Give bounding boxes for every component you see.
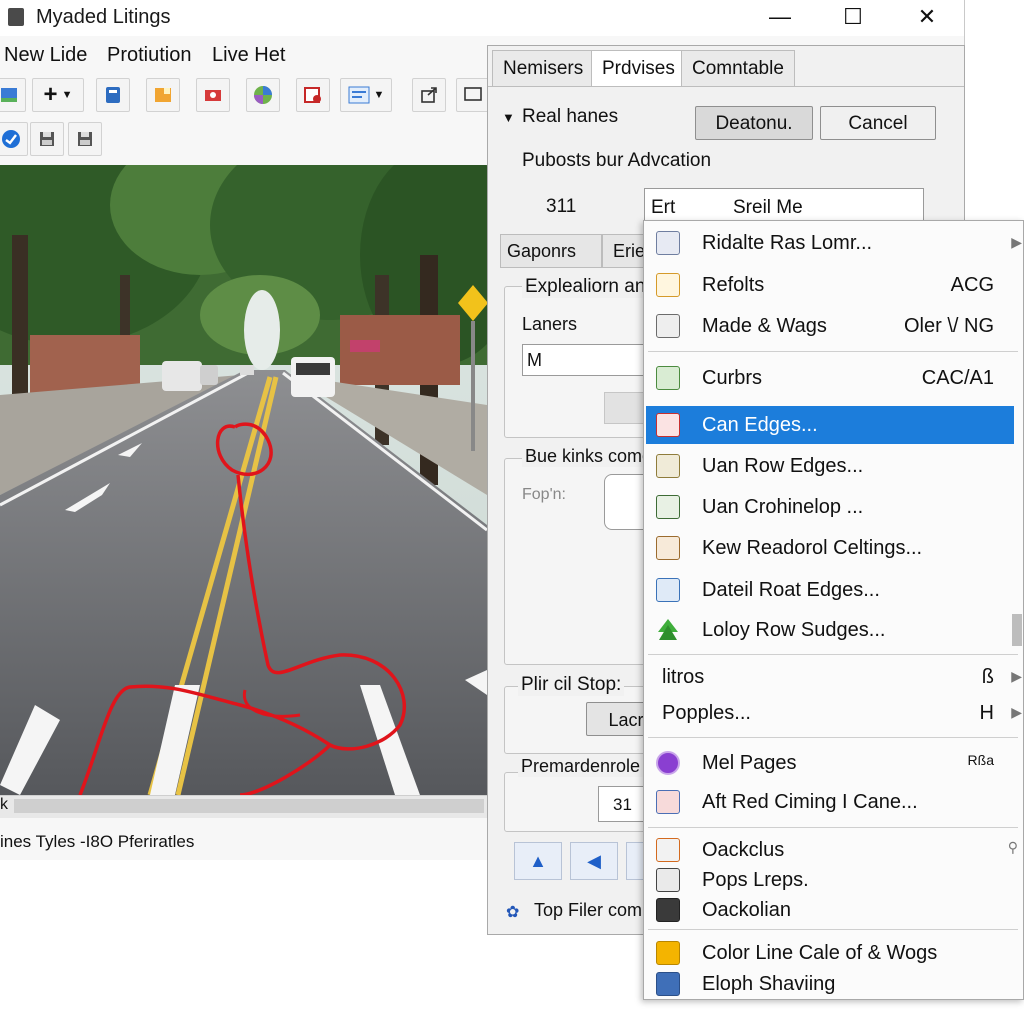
image-tool-icon[interactable]	[196, 78, 230, 112]
grid-icon	[656, 231, 680, 255]
export-icon[interactable]	[412, 78, 446, 112]
stamp-icon[interactable]	[296, 78, 330, 112]
lanes-label: Laners	[522, 314, 578, 334]
menu-scrollbar-thumb[interactable]	[1012, 614, 1022, 646]
print-icon[interactable]	[68, 122, 102, 156]
save-icon[interactable]	[30, 122, 64, 156]
menu-item-uan-row-edges[interactable]: Uan Row Edges...	[646, 447, 1014, 485]
combo-left-label: Ert	[651, 197, 676, 218]
primary-button[interactable]: Deatonu.	[695, 106, 813, 140]
tab-prdvises[interactable]: Prdvises	[591, 50, 686, 87]
car-icon	[656, 868, 680, 892]
menu-item-refolts[interactable]: Refolts ACG	[646, 266, 1014, 304]
folder-icon[interactable]	[146, 78, 180, 112]
combo-field[interactable]: Ert Sreil Me	[644, 188, 924, 224]
add-tool-button[interactable]: + ▼	[32, 78, 84, 112]
street-photo-canvas[interactable]	[0, 165, 487, 795]
status-bar: ines Tyles -I8O Pferiratles	[0, 826, 487, 856]
menu-item-popples[interactable]: Popples... H ▶	[646, 694, 1022, 732]
collapse-triangle-icon[interactable]: ▼	[502, 110, 515, 125]
pin-icon: ⚲	[1007, 839, 1018, 855]
status-text: ines Tyles -I8O Pferiratles	[0, 832, 195, 851]
refresh-icon[interactable]	[0, 122, 28, 156]
film-icon	[656, 898, 680, 922]
title-bar: Myaded Litings — ☐ ✕	[0, 0, 964, 36]
circle-icon	[656, 751, 680, 775]
group2-title: Bue kinks come	[522, 446, 656, 467]
menu-item-aft-red[interactable]: Aft Red Ciming I Cane...	[646, 783, 1014, 821]
close-button[interactable]: ✕	[904, 2, 950, 32]
top-filer-label[interactable]: Top Filer com	[534, 900, 642, 921]
section-title: Real hanes	[522, 106, 619, 127]
row-edges-icon	[656, 454, 680, 478]
context-menu: Ridalte Ras Lomr... ▶ Refolts ACG Made &…	[643, 220, 1024, 1000]
menu-item-mel-pages[interactable]: Mel Pages Rßa	[646, 744, 1014, 782]
menu-item-color-line[interactable]: Color Line Cale of & Wogs	[646, 937, 1014, 969]
road-icon	[656, 536, 680, 560]
menu-item-litros[interactable]: litros ß ▶	[646, 658, 1022, 696]
menu-item-oackolian[interactable]: Oackolian	[646, 895, 1014, 925]
menu-bar: New Lide Protiution Live Het	[0, 40, 490, 74]
color-icon	[656, 941, 680, 965]
menu-item-oackclus[interactable]: Oackclus ⚲	[646, 835, 1018, 865]
pencil-icon	[656, 495, 680, 519]
number-value: 311	[546, 196, 577, 217]
group1-title: Explealiorn an	[522, 276, 649, 298]
menu-item-dateil-roat[interactable]: Dateil Roat Edges...	[646, 571, 1014, 609]
menu-new-lide[interactable]: New Lide	[4, 44, 87, 67]
menu-item-made-wags[interactable]: Made & Wags Oler \/ NG	[646, 307, 1014, 345]
menu-item-pops-lreps[interactable]: Pops Lreps.	[646, 865, 1014, 895]
subtab-gaponrs[interactable]: Gaponrs	[500, 234, 602, 268]
submenu-arrow-icon: ▶	[1011, 668, 1022, 684]
menu-item-loloy-row[interactable]: Loloy Row Sudges...	[646, 611, 1014, 649]
app-icon	[8, 8, 24, 26]
cancel-button[interactable]: Cancel	[820, 106, 936, 140]
screen-icon[interactable]	[456, 78, 490, 112]
scroll-left-arrow[interactable]: k	[0, 796, 8, 814]
submenu-arrow-icon: ▶	[1011, 234, 1022, 250]
group3-title: Plir cil Stop:	[518, 674, 625, 696]
window-title: Myaded Litings	[36, 6, 171, 28]
dialog-subtitle: Pubosts bur Advcation	[522, 150, 712, 171]
layers-tool-button[interactable]	[0, 78, 26, 112]
menu-item-curbrs[interactable]: Curbrs CAC/A1	[646, 359, 1014, 397]
page-icon	[656, 314, 680, 338]
up-arrow-button[interactable]: ▲	[514, 842, 562, 880]
menu-item-eloph-shaviing[interactable]: Eloph Shaviing	[646, 969, 1014, 999]
road-edges-icon	[656, 578, 680, 602]
menu-item-can-edges[interactable]: Can Edges...	[646, 406, 1014, 444]
list-dropdown-button[interactable]: ▼	[340, 78, 392, 112]
filter-icon: ✿	[506, 904, 520, 921]
scroll-thumb[interactable]	[14, 799, 484, 813]
edges-icon	[656, 413, 680, 437]
minimize-button[interactable]: —	[757, 2, 803, 32]
document-icon	[656, 273, 680, 297]
image-icon	[656, 790, 680, 814]
tree-icon	[656, 618, 680, 642]
menu-item-kew-readorol[interactable]: Kew Readorol Celtings...	[646, 529, 1014, 567]
fopn-label: Fop'n:	[522, 486, 566, 503]
curb-icon	[656, 366, 680, 390]
group4-title: Premardenrole	[518, 756, 644, 777]
horizontal-scrollbar[interactable]: k	[0, 795, 487, 818]
globe-icon[interactable]	[246, 78, 280, 112]
menu-protiution[interactable]: Protiution	[107, 44, 192, 67]
menu-item-uan-crohinelop[interactable]: Uan Crohinelop ...	[646, 488, 1014, 526]
menu-item-ridalte[interactable]: Ridalte Ras Lomr... ▶	[646, 224, 1022, 262]
bin-icon	[656, 972, 680, 996]
stack-icon	[656, 838, 680, 862]
maximize-button[interactable]: ☐	[830, 2, 876, 32]
submenu-arrow-icon: ▶	[1011, 704, 1022, 720]
database-icon[interactable]	[96, 78, 130, 112]
tab-comntable[interactable]: Comntable	[681, 50, 795, 87]
left-arrow-button[interactable]: ◀	[570, 842, 618, 880]
combo-value: Sreil Me	[733, 197, 803, 218]
tab-nemisers[interactable]: Nemisers	[492, 50, 595, 87]
menu-live-het[interactable]: Live Het	[212, 44, 285, 67]
